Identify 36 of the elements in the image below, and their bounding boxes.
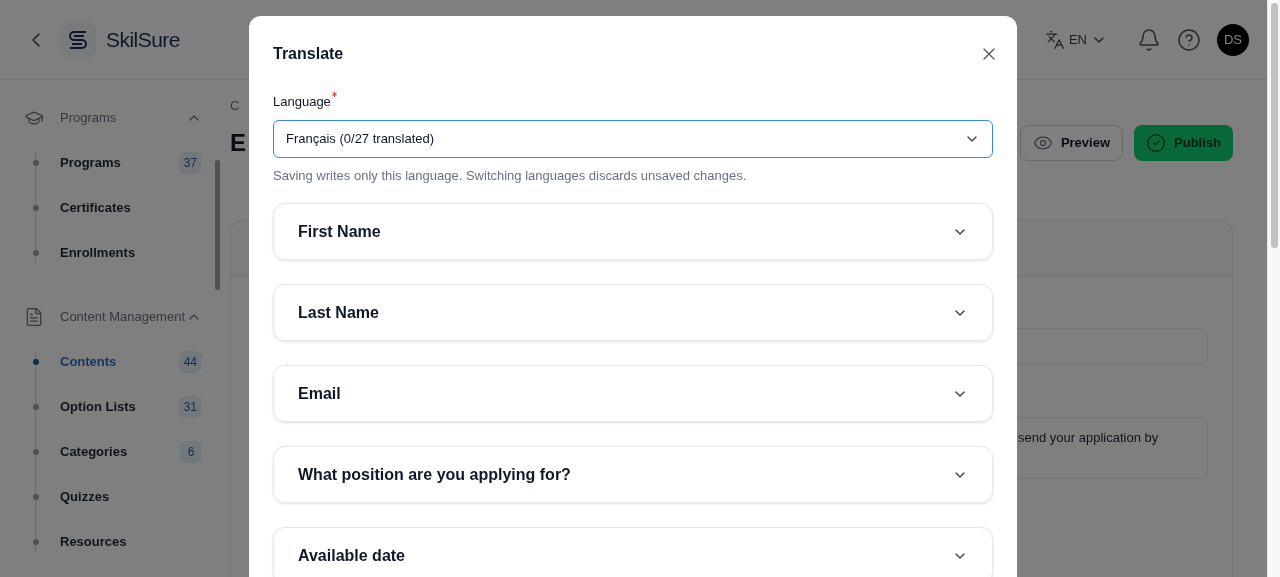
- notification-icon[interactable]: [1137, 27, 1161, 52]
- brand-name: SkilSure: [106, 26, 180, 53]
- accordion-item[interactable]: First Name: [273, 203, 993, 260]
- accordion-item[interactable]: Last Name: [273, 284, 993, 341]
- avatar[interactable]: DS: [1217, 23, 1249, 56]
- nav-item[interactable]: Option Lists: [60, 396, 179, 417]
- preview-button[interactable]: Preview: [1019, 125, 1124, 161]
- count-badge: 44: [178, 350, 202, 373]
- document-icon: [24, 307, 44, 327]
- nav-item[interactable]: Programs: [60, 152, 179, 173]
- page-heading: E: [230, 131, 246, 155]
- section-title: Programs: [60, 109, 118, 127]
- nav-item[interactable]: Contents: [60, 351, 179, 372]
- accordion-item[interactable]: Email: [273, 365, 993, 422]
- nav-item[interactable]: Certificates: [60, 197, 202, 218]
- nav-item[interactable]: Enrollments: [60, 242, 202, 263]
- nav-item[interactable]: Quizzes: [60, 486, 202, 507]
- nav-item[interactable]: Resources: [60, 531, 202, 552]
- count-badge: 6: [180, 440, 202, 463]
- language-switcher[interactable]: EN: [1044, 29, 1107, 50]
- translate-icon: [1044, 29, 1065, 50]
- dialog-title: Translate: [273, 44, 344, 64]
- count-badge: 31: [178, 395, 202, 418]
- section-title: Content Management: [60, 308, 186, 326]
- breadcrumb: C: [230, 97, 240, 115]
- scrollbar[interactable]: [1267, 0, 1280, 577]
- publish-button[interactable]: Publish: [1134, 125, 1233, 161]
- help-icon[interactable]: [1177, 27, 1201, 52]
- check-circle-icon: [1146, 133, 1167, 153]
- count-badge: 37: [178, 151, 202, 174]
- accordion-item[interactable]: What position are you applying for?: [273, 446, 993, 503]
- field-label: Language: [273, 93, 331, 111]
- logo-icon: [60, 21, 96, 58]
- language-select[interactable]: Français (0/27 translated): [273, 119, 993, 158]
- hint-text: Saving writes only this language. Switching languages discards unsaved changes.: [273, 166, 748, 185]
- nav-item[interactable]: Categories: [60, 441, 180, 462]
